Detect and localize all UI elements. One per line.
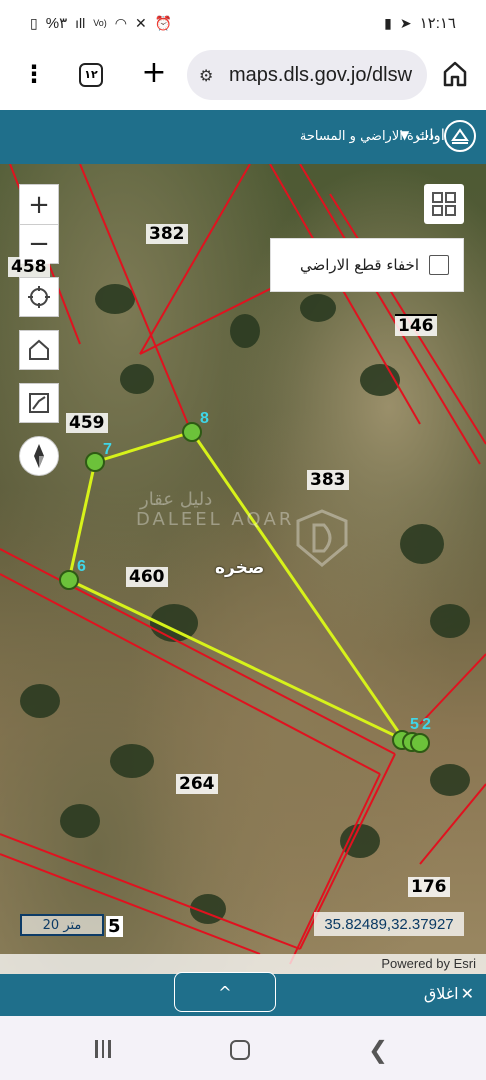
- measure-icon[interactable]: [19, 383, 59, 423]
- locate-icon[interactable]: [19, 277, 59, 317]
- status-bar: ▯ %٣ ıll Vo) ◠ ✕ ⏰ ▮ ➤ ١٢:١٦: [0, 0, 486, 44]
- wifi-icon: ◠: [114, 14, 127, 31]
- back-icon[interactable]: ❯: [368, 1036, 388, 1064]
- alert-icon: ▮: [384, 14, 392, 31]
- vertex-label: 5: [410, 716, 419, 733]
- attribution[interactable]: Powered by Esri: [0, 954, 486, 974]
- scale-extra: 5: [106, 916, 123, 937]
- bottom-drawer: ^ اغلاق ✕: [0, 972, 486, 1016]
- status-right: ▮ ➤ ١٢:١٦: [384, 14, 456, 33]
- parcel-label: 460: [126, 567, 168, 587]
- close-button[interactable]: اغلاق ✕: [424, 984, 474, 1003]
- mute-icon: ✕: [134, 14, 147, 31]
- clock: ١٢:١٦: [419, 15, 456, 32]
- alarm-icon: ⏰: [154, 14, 173, 31]
- close-icon: ✕: [460, 984, 474, 1003]
- zoom-control: + −: [19, 184, 59, 264]
- vertex-label: 7: [103, 441, 112, 458]
- hide-parcels-checkbox[interactable]: [429, 255, 449, 275]
- zoom-in-button[interactable]: +: [20, 185, 58, 224]
- basemap-gallery-icon[interactable]: [424, 184, 464, 224]
- chevron-up-icon: ^: [218, 982, 232, 1002]
- battery-icon: ▯: [30, 14, 38, 31]
- tabs-button[interactable]: ١٢: [79, 63, 103, 87]
- parcel-boundary: [419, 783, 486, 865]
- parcel-label: 383: [307, 470, 349, 490]
- telegram-icon: ➤: [399, 14, 412, 31]
- browser-toolbar: ⋮ ١٢ + ⚙ maps.dls.gov.jo/dlsw: [0, 44, 486, 108]
- parcel-label: 459: [66, 413, 108, 433]
- watermark-arabic: دليل عقار: [140, 489, 213, 510]
- parcel-label: 458: [8, 257, 50, 277]
- home-extent-icon[interactable]: [19, 330, 59, 370]
- hide-parcels-label: اخفاء قطع الاراضي: [299, 256, 419, 274]
- org-brand: دائرة الاراضي و المساحة: [300, 120, 476, 152]
- status-left: ▯ %٣ ıll Vo) ◠ ✕ ⏰: [30, 14, 173, 33]
- address-bar[interactable]: ⚙ maps.dls.gov.jo/dlsw: [187, 50, 427, 100]
- compass-icon[interactable]: [19, 436, 59, 476]
- coordinates-readout: 35.82489,32.37927: [314, 912, 464, 936]
- home-icon[interactable]: [442, 60, 468, 88]
- url-text: maps.dls.gov.jo/dlsw: [229, 63, 413, 86]
- drawer-toggle-button[interactable]: ^: [174, 972, 276, 1012]
- volte-icon: Vo): [93, 18, 107, 28]
- site-settings-icon[interactable]: ⚙: [199, 66, 219, 85]
- parcel-boundary: [0, 573, 381, 775]
- org-logo-icon: [444, 120, 476, 152]
- signal-icon: ıll: [75, 15, 86, 31]
- close-label: اغلاق: [423, 984, 459, 1003]
- org-title: دائرة الاراضي و المساحة: [299, 128, 434, 144]
- menu-kebab-icon[interactable]: ⋮: [22, 62, 46, 90]
- map-view[interactable]: + − اخفاء قطع الاراضي 382 458 146 459 38…: [0, 164, 486, 974]
- watermark-english: DALEEL AQAR: [136, 509, 295, 530]
- system-nav-bar: ❯: [0, 1016, 486, 1080]
- hide-parcels-panel[interactable]: اخفاء قطع الاراضي: [270, 238, 464, 292]
- vertex-marker: [410, 733, 430, 753]
- recent-apps-icon[interactable]: [95, 1040, 115, 1058]
- vertex-label: 6: [77, 558, 86, 575]
- parcel-label: 382: [146, 224, 188, 244]
- parcel-label: 176: [408, 877, 450, 897]
- scale-bar: 20 متر: [20, 914, 104, 936]
- scale-label: 20 متر: [42, 917, 82, 933]
- vertex-marker: [182, 422, 202, 442]
- vertex-marker: [85, 452, 105, 472]
- vertex-marker: [59, 570, 79, 590]
- battery-level: %٣: [45, 15, 68, 32]
- vertex-label: 2: [422, 716, 431, 733]
- parcel-boundary: [0, 853, 261, 955]
- parcel-boundary: [419, 653, 486, 725]
- parcel-label: 264: [176, 774, 218, 794]
- watermark-logo-icon: [296, 509, 348, 567]
- measured-polygon: [67, 430, 409, 744]
- app-header: ▼ اداوات دائرة الاراضي و المساحة: [0, 110, 486, 164]
- parcel-boundary: [269, 164, 421, 425]
- home-button-icon[interactable]: [230, 1040, 250, 1060]
- new-tab-button[interactable]: +: [140, 56, 168, 90]
- place-label: صخره: [215, 558, 265, 578]
- parcel-label: 146: [395, 314, 437, 336]
- vertex-label: 8: [200, 410, 209, 427]
